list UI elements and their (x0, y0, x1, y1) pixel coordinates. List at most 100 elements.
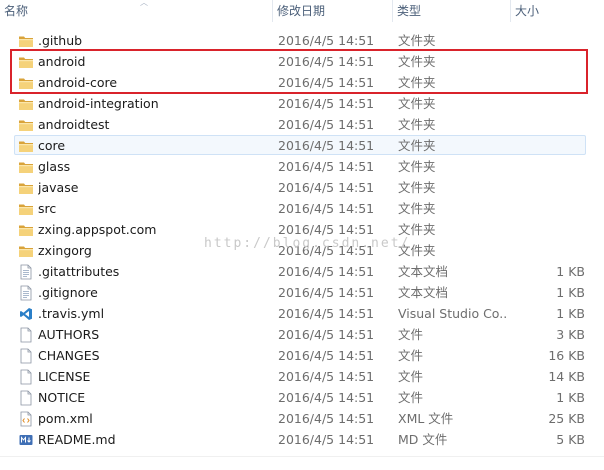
file-size: 3 KB (556, 327, 585, 342)
file-type: 文件 (398, 369, 424, 384)
file-name: README.md (38, 432, 116, 447)
folder-icon (18, 201, 34, 217)
file-row[interactable]: javase 2016/4/5 14:51 文件夹 (14, 177, 586, 197)
file-name: pom.xml (38, 411, 93, 426)
file-name: LICENSE (38, 369, 91, 384)
file-date: 2016/4/5 14:51 (278, 369, 375, 384)
file-size (515, 115, 585, 134)
watermark-text: http://blog.csdn.net/ (204, 236, 411, 251)
file-type: 文件 (398, 327, 424, 342)
file-date: 2016/4/5 14:51 (278, 285, 375, 300)
folder-icon (18, 222, 34, 238)
file-row[interactable]: .travis.yml 2016/4/5 14:51 Visual Studio C… (14, 303, 586, 323)
file-row[interactable]: NOTICE 2016/4/5 14:51 文件 1 KB (14, 387, 586, 407)
file-date: 2016/4/5 14:51 (278, 138, 375, 153)
file-type: 文件夹 (398, 96, 436, 111)
folder-icon (18, 243, 34, 259)
markdown-file-icon (18, 432, 34, 448)
file-size: 14 KB (548, 369, 585, 384)
file-name: core (38, 138, 66, 153)
file-size (515, 136, 585, 155)
file-date: 2016/4/5 14:51 (278, 33, 375, 48)
file-date: 2016/4/5 14:51 (278, 159, 375, 174)
file-name: androidtest (38, 117, 110, 132)
file-name: .gitignore (38, 285, 98, 300)
file-row[interactable]: CHANGES 2016/4/5 14:51 文件 16 KB (14, 345, 586, 365)
annotation-highlight-box (10, 49, 588, 94)
file-date: 2016/4/5 14:51 (278, 432, 375, 447)
bottom-divider (0, 456, 604, 457)
file-type: 文件夹 (398, 180, 436, 195)
column-header-bar: 名称 ︿ 修改日期 类型 大小 (0, 0, 604, 22)
file-name: src (38, 201, 57, 216)
folder-icon (18, 117, 34, 133)
file-row[interactable]: glass 2016/4/5 14:51 文件夹 (14, 156, 586, 176)
file-date: 2016/4/5 14:51 (278, 96, 375, 111)
file-row[interactable]: .gitignore 2016/4/5 14:51 文本文档 1 KB (14, 282, 586, 302)
file-size (515, 199, 585, 218)
file-icon (18, 369, 34, 385)
file-type: 文本文档 (398, 264, 449, 279)
file-size (515, 178, 585, 197)
column-header-date[interactable]: 修改日期 (272, 0, 392, 22)
file-type: 文件夹 (398, 243, 436, 258)
file-type: 文本文档 (398, 285, 449, 300)
file-row[interactable]: pom.xml 2016/4/5 14:51 XML 文件 25 KB (14, 408, 586, 428)
file-size (515, 31, 585, 50)
file-icon (18, 327, 34, 343)
file-date: 2016/4/5 14:51 (278, 264, 375, 279)
file-row[interactable]: AUTHORS 2016/4/5 14:51 文件 3 KB (14, 324, 586, 344)
column-header-size[interactable]: 大小 (510, 0, 604, 22)
file-date: 2016/4/5 14:51 (278, 117, 375, 132)
file-type: 文件 (398, 348, 424, 363)
file-name: .gitattributes (38, 264, 120, 279)
file-row[interactable]: src 2016/4/5 14:51 文件夹 (14, 198, 586, 218)
file-type: 文件夹 (398, 159, 436, 174)
file-size (515, 94, 585, 113)
folder-icon (18, 159, 34, 175)
file-icon (18, 348, 34, 364)
file-type: XML 文件 (398, 411, 454, 426)
folder-icon (18, 96, 34, 112)
file-size: 25 KB (548, 411, 585, 426)
column-header-name[interactable]: 名称 (0, 0, 272, 22)
file-date: 2016/4/5 14:51 (278, 411, 375, 426)
file-type: 文件夹 (398, 222, 436, 237)
file-name: .github (38, 33, 83, 48)
file-size: 1 KB (556, 390, 585, 405)
file-size (515, 157, 585, 176)
text-document-icon (18, 264, 34, 280)
file-row[interactable]: core 2016/4/5 14:51 文件夹 (14, 135, 586, 155)
folder-icon (18, 138, 34, 154)
file-row[interactable]: android-integration 2016/4/5 14:51 文件夹 (14, 93, 586, 113)
file-date: 2016/4/5 14:51 (278, 201, 375, 216)
file-size: 1 KB (556, 306, 585, 321)
file-name: javase (38, 180, 79, 195)
file-size: 1 KB (556, 264, 585, 279)
file-row[interactable]: .github 2016/4/5 14:51 文件夹 (14, 30, 586, 50)
file-type: 文件 (398, 390, 424, 405)
file-size: 16 KB (548, 348, 585, 363)
sort-arrow-icon: ︿ (140, 0, 148, 7)
file-date: 2016/4/5 14:51 (278, 306, 375, 321)
file-size: 5 KB (556, 432, 585, 447)
file-row[interactable]: README.md 2016/4/5 14:51 MD 文件 5 KB (14, 429, 586, 449)
file-type: MD 文件 (398, 432, 448, 447)
file-row[interactable]: LICENSE 2016/4/5 14:51 文件 14 KB (14, 366, 586, 386)
file-name: AUTHORS (38, 327, 100, 342)
file-name: glass (38, 159, 71, 174)
file-size (515, 241, 585, 260)
xml-file-icon (18, 411, 34, 427)
file-name: CHANGES (38, 348, 100, 363)
file-row[interactable]: .gitattributes 2016/4/5 14:51 文本文档 1 KB (14, 261, 586, 281)
file-type: 文件夹 (398, 33, 436, 48)
file-date: 2016/4/5 14:51 (278, 327, 375, 342)
file-size: 1 KB (556, 285, 585, 300)
column-header-type[interactable]: 类型 (392, 0, 510, 22)
file-name: android-integration (38, 96, 159, 111)
file-type: 文件夹 (398, 138, 436, 153)
file-row[interactable]: androidtest 2016/4/5 14:51 文件夹 (14, 114, 586, 134)
file-date: 2016/4/5 14:51 (278, 348, 375, 363)
file-type: 文件夹 (398, 117, 436, 132)
vscode-icon (18, 306, 34, 322)
